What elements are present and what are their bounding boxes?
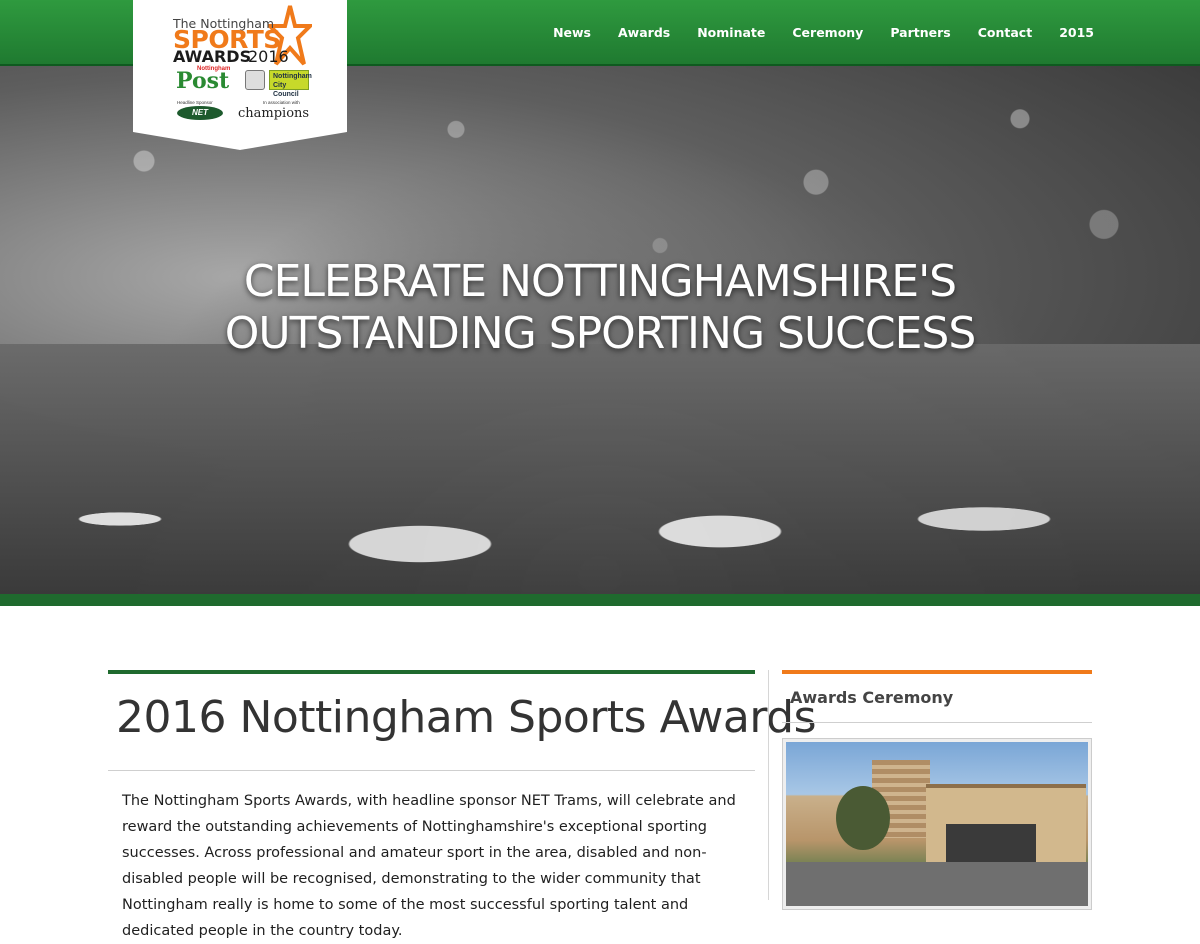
nav-awards[interactable]: Awards — [618, 25, 670, 40]
photo-tree — [836, 786, 890, 850]
nav-ceremony[interactable]: Ceremony — [792, 25, 863, 40]
logo-net: NET — [177, 106, 223, 120]
main-top-rule — [108, 670, 755, 674]
intro-paragraph: The Nottingham Sports Awards, with headl… — [122, 793, 736, 939]
logo-champions: champions — [238, 106, 310, 121]
hero-photo — [0, 344, 1200, 594]
crest-icon — [245, 70, 265, 90]
hero-heading-line2: OUTSTANDING SPORTING SUCCESS — [224, 308, 977, 359]
nav-2015[interactable]: 2015 — [1059, 25, 1094, 40]
nav-news[interactable]: News — [553, 25, 591, 40]
site-logo[interactable]: The Nottingham SPORTS AWARDS 2016 Nottin… — [133, 0, 347, 150]
nav-contact[interactable]: Contact — [978, 25, 1032, 40]
title-divider — [108, 770, 755, 771]
main-nav: News Awards Nominate Ceremony Partners C… — [526, 0, 1094, 64]
logo-year: 2016 — [248, 47, 289, 66]
logo-post: Post — [176, 68, 230, 94]
page-title: 2016 Nottingham Sports Awards — [116, 692, 817, 743]
sidebar-title: Awards Ceremony — [790, 688, 954, 707]
sidebar-divider — [782, 722, 1092, 723]
hero-banner: CELEBRATE NOTTINGHAMSHIRE'S OUTSTANDING … — [0, 66, 1200, 594]
hero-heading-line1: CELEBRATE NOTTINGHAMSHIRE'S — [243, 256, 957, 307]
logo-net-label: Headline Sponsor — [177, 100, 213, 105]
hero-heading: CELEBRATE NOTTINGHAMSHIRE'S OUTSTANDING … — [0, 256, 1200, 360]
nav-nominate[interactable]: Nominate — [697, 25, 765, 40]
hero-bottom-bar — [0, 594, 1200, 606]
logo-champions-label: In association with — [263, 100, 300, 105]
column-divider — [768, 670, 769, 900]
sidebar-top-rule — [782, 670, 1092, 674]
ceremony-venue-image[interactable] — [782, 738, 1092, 910]
photo-road — [786, 862, 1088, 906]
logo-council: Nottingham City Council — [269, 70, 312, 98]
logo-awards: AWARDS — [173, 47, 252, 66]
nav-partners[interactable]: Partners — [890, 25, 950, 40]
